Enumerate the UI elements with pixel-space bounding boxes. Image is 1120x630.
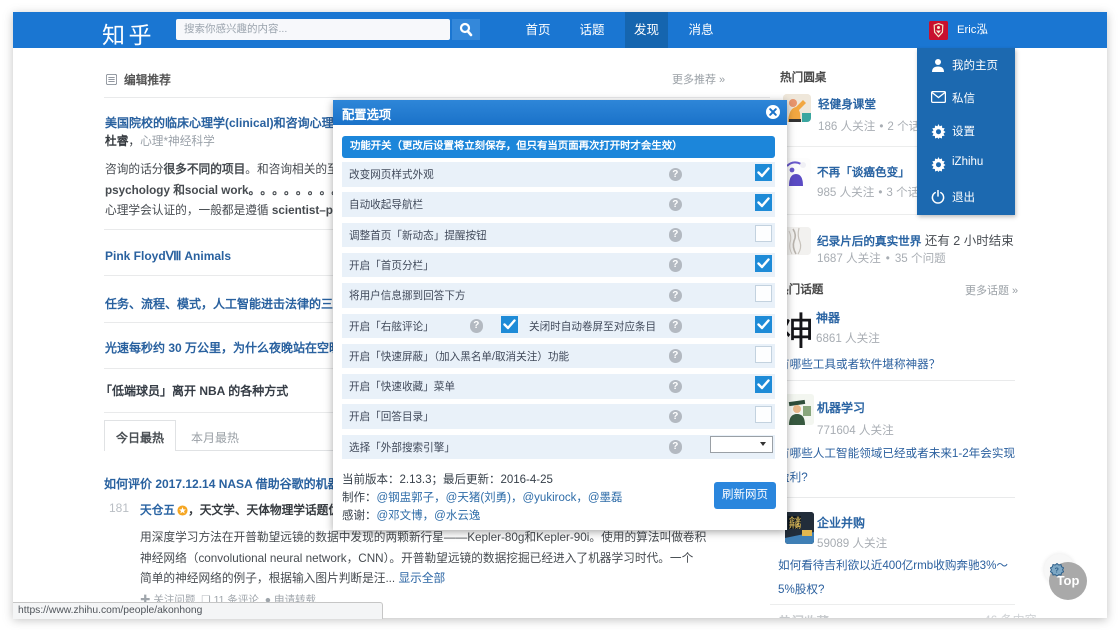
- svg-text:企业: 企业: [788, 516, 801, 524]
- svg-text:?: ?: [1055, 568, 1059, 575]
- svg-text:并购: 并购: [789, 522, 801, 530]
